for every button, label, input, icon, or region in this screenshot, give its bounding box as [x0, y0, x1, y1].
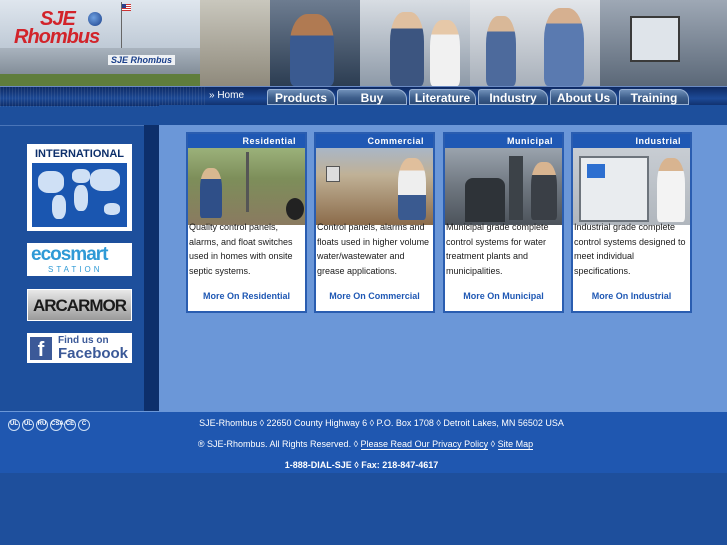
main-nav: » Home Products Buy Literature Industry …: [0, 86, 727, 121]
facebook-badge[interactable]: f Find us on Facebook: [27, 333, 132, 363]
facebook-icon: f: [30, 337, 52, 361]
more-on-commercial-link[interactable]: More On Commercial: [316, 291, 433, 301]
footer-separator: ◊: [490, 439, 496, 449]
card-title: Industrial: [573, 134, 690, 148]
card-title: Municipal: [445, 134, 562, 148]
arcarmor-label: ARCARMOR: [32, 296, 127, 315]
footer: UL UL RU CSA CE C SJE-Rhombus ◊ 22650 Co…: [0, 411, 727, 473]
logo-text-rhombus: Rhombus: [14, 26, 100, 48]
page-bottom: [0, 473, 727, 545]
tab-products[interactable]: Products: [267, 89, 335, 105]
sidebar-divider: [144, 125, 159, 411]
footer-phone: 1-888-DIAL-SJE ◊ Fax: 218-847-4617: [0, 460, 727, 470]
commercial-photo: [316, 148, 433, 225]
tab-about-us[interactable]: About Us: [550, 89, 617, 105]
ecosmart-label: ecosmart: [31, 244, 108, 265]
tab-buy[interactable]: Buy: [337, 89, 407, 105]
ecosmart-sublabel: STATION: [48, 265, 103, 274]
international-label: INTERNATIONAL: [34, 148, 124, 160]
footer-address: SJE-Rhombus ◊ 22650 County Highway 6 ◊ P…: [0, 418, 727, 428]
card-description: Municipal grade complete control systems…: [446, 222, 549, 276]
building-sign: SJE Rhombus: [108, 55, 176, 65]
card-description: Control panels, alarms and floats used i…: [317, 222, 430, 276]
arcarmor-badge[interactable]: ARCARMOR: [27, 289, 132, 321]
municipal-photo: [445, 148, 562, 225]
logo-globe-icon: [88, 12, 102, 26]
header-photo-panel: [600, 0, 727, 86]
lawn: [0, 74, 200, 86]
card-industrial: Industrial Industrial grade complete con…: [571, 132, 692, 313]
nav-texture: [0, 87, 205, 107]
tab-literature[interactable]: Literature: [409, 89, 476, 105]
header-banner: SJE Rhombus SJE Rhombus: [0, 0, 727, 86]
residential-photo: [188, 148, 305, 225]
privacy-policy-link[interactable]: Please Read Our Privacy Policy: [360, 439, 489, 450]
ecosmart-badge[interactable]: ecosmart STATION: [27, 243, 132, 276]
phone-fax-text: 1-888-DIAL-SJE ◊ Fax: 218-847-4617: [284, 460, 439, 470]
nav-home-link[interactable]: » Home: [209, 90, 244, 101]
more-on-municipal-link[interactable]: More On Municipal: [445, 291, 562, 301]
tab-training[interactable]: Training: [619, 89, 689, 105]
header-photo-workers: [360, 0, 470, 86]
address-text: SJE-Rhombus ◊ 22650 County Highway 6 ◊ P…: [199, 418, 564, 428]
industrial-photo: [573, 148, 690, 225]
more-on-industrial-link[interactable]: More On Industrial: [573, 291, 690, 301]
sje-rhombus-logo[interactable]: SJE Rhombus: [14, 8, 126, 50]
card-title: Residential: [188, 134, 305, 148]
header-photo-computer: [200, 0, 270, 86]
card-residential: Residential Quality control panels, alar…: [186, 132, 307, 313]
card-description: Quality control panels, alarms, and floa…: [189, 222, 293, 276]
tab-industry-info[interactable]: Industry Info: [478, 89, 548, 121]
copyright-text: ® SJE-Rhombus. All Rights Reserved. ◊: [197, 439, 359, 449]
facebook-label: Facebook: [58, 345, 129, 362]
card-description: Industrial grade complete control system…: [574, 222, 686, 276]
card-title: Commercial: [316, 134, 433, 148]
header-photo-operator: [270, 0, 360, 86]
card-municipal: Municipal Municipal grade complete contr…: [443, 132, 564, 313]
more-on-residential-link[interactable]: More On Residential: [188, 291, 305, 301]
international-badge[interactable]: INTERNATIONAL: [27, 144, 132, 231]
card-commercial: Commercial Control panels, alarms and fl…: [314, 132, 435, 313]
header-photo-lab: [470, 0, 600, 86]
site-map-link[interactable]: Site Map: [497, 439, 534, 450]
footer-rights: ® SJE-Rhombus. All Rights Reserved. ◊ Pl…: [0, 439, 727, 450]
world-map-icon: [32, 163, 127, 227]
